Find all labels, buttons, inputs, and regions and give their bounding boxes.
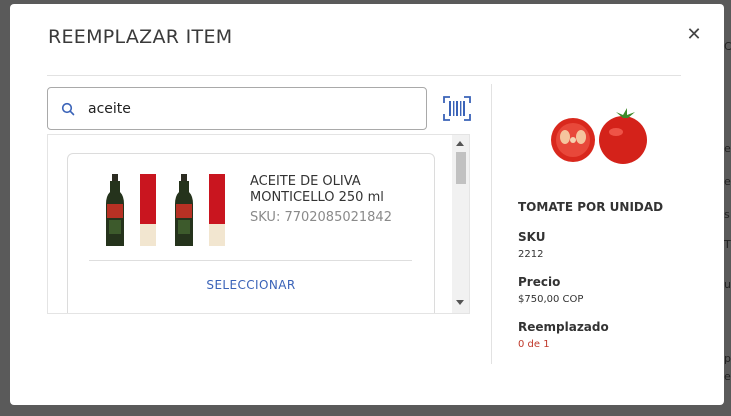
background-text: C xyxy=(724,40,731,53)
search-icon xyxy=(48,102,88,116)
background-text: p xyxy=(724,352,731,365)
sku-value: 2212 xyxy=(518,249,544,260)
price-value: $750,00 COP xyxy=(518,294,584,305)
background-text: s xyxy=(724,208,730,221)
panel-divider xyxy=(491,84,492,364)
background-text: e xyxy=(724,142,731,155)
price-label: Precio xyxy=(518,275,561,289)
product-name: ACEITE DE OLIVA MONTICELLO 250 ml xyxy=(250,174,384,205)
background-text: T xyxy=(724,238,731,251)
replaced-label: Reemplazado xyxy=(518,320,609,334)
search-input[interactable] xyxy=(88,100,408,117)
scroll-down-arrow[interactable] xyxy=(456,300,464,305)
product-image xyxy=(106,174,225,246)
select-button[interactable]: SELECCIONAR xyxy=(68,278,434,292)
product-card: ACEITE DE OLIVA MONTICELLO 250 ml SKU: 7… xyxy=(67,153,435,313)
scroll-thumb[interactable] xyxy=(456,152,466,184)
search-results-list[interactable]: ACEITE DE OLIVA MONTICELLO 250 ml SKU: 7… xyxy=(47,134,470,314)
replaced-value: 0 de 1 xyxy=(518,339,550,350)
modal-title: REEMPLAZAR ITEM xyxy=(48,26,233,48)
original-item-name: TOMATE POR UNIDAD xyxy=(518,200,664,214)
barcode-scan-button[interactable] xyxy=(443,95,471,122)
card-divider xyxy=(89,260,412,261)
close-button[interactable]: ✕ xyxy=(684,23,704,45)
original-item-image xyxy=(551,108,647,164)
sku-label: SKU xyxy=(518,230,546,244)
background-text: e xyxy=(724,175,731,188)
header-divider xyxy=(47,75,681,76)
close-icon: ✕ xyxy=(686,23,702,45)
search-field[interactable] xyxy=(47,87,427,130)
scrollbar[interactable] xyxy=(452,135,469,313)
replace-item-modal: REEMPLAZAR ITEM ✕ aceite ACEITE DE OLIVA… xyxy=(10,4,724,405)
product-sku: SKU: 7702085021842 xyxy=(250,210,392,225)
barcode-scan-icon xyxy=(443,96,471,121)
background-text: u xyxy=(724,278,731,291)
scroll-up-arrow[interactable] xyxy=(456,141,464,146)
background-text: e xyxy=(724,370,731,383)
